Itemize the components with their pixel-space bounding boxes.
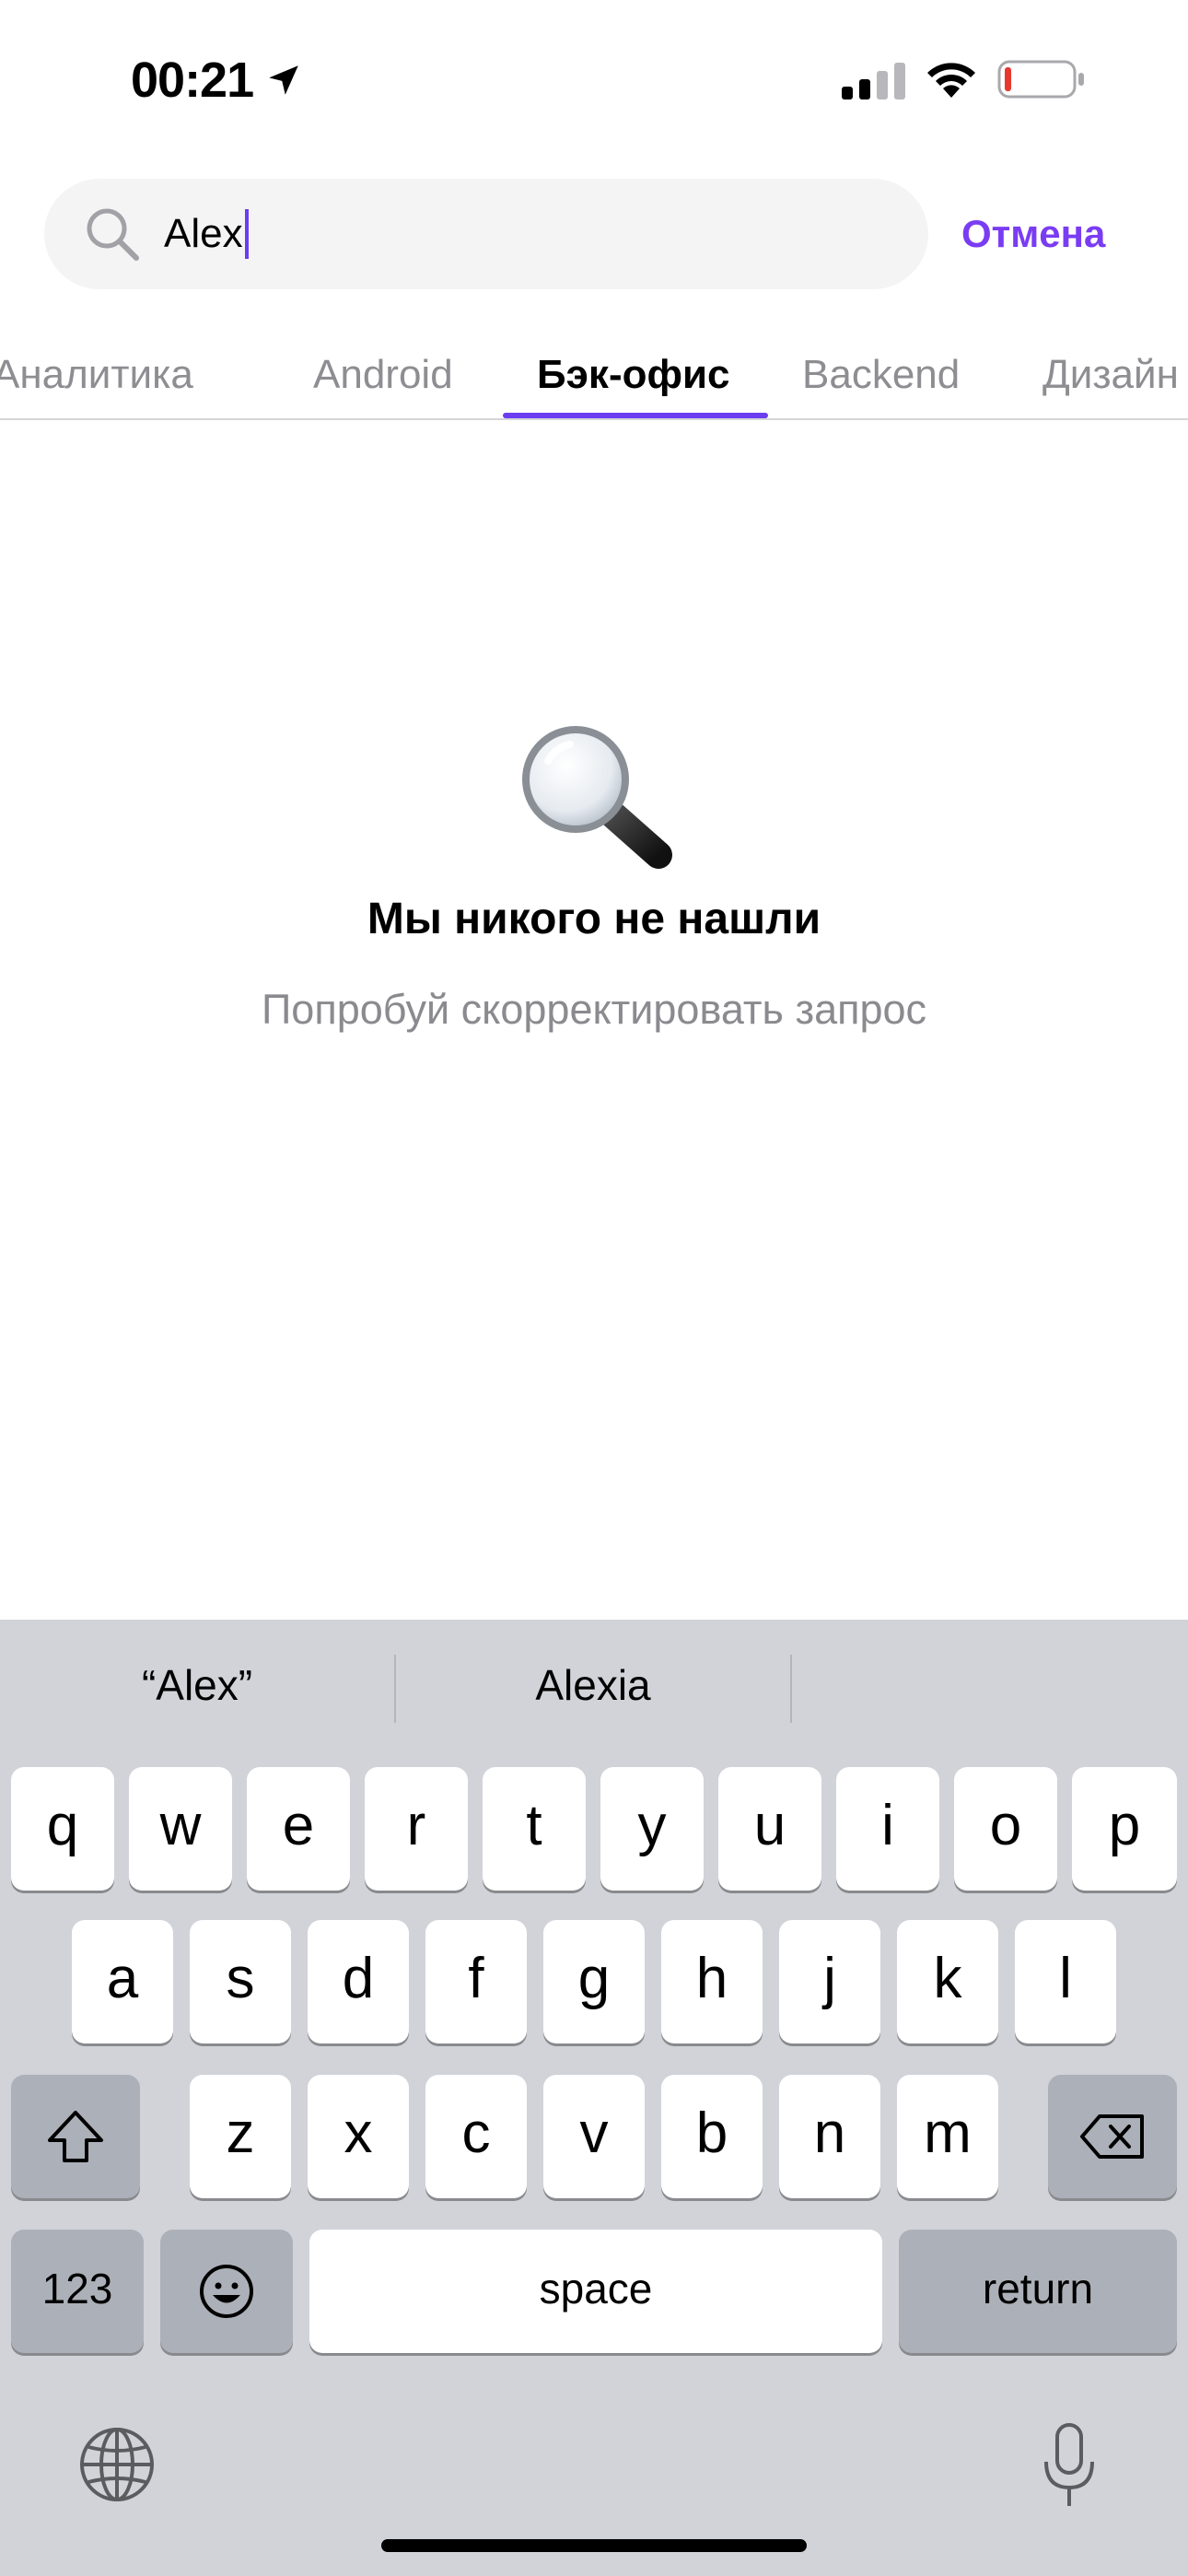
active-tab-indicator xyxy=(503,413,768,418)
space-key[interactable]: space xyxy=(309,2230,882,2353)
key-v[interactable]: v xyxy=(543,2075,645,2198)
key-g[interactable]: g xyxy=(543,1920,645,2043)
shift-key[interactable] xyxy=(11,2075,140,2198)
text-caret xyxy=(244,209,249,259)
globe-icon[interactable] xyxy=(77,2425,157,2504)
magnifier-emoji-icon xyxy=(522,726,672,869)
key-m[interactable]: m xyxy=(897,2075,998,2198)
key-z[interactable]: z xyxy=(190,2075,291,2198)
status-time-text: 00:21 xyxy=(131,53,254,108)
key-k[interactable]: k xyxy=(897,1920,998,2043)
home-indicator xyxy=(381,2539,807,2552)
suggestion-divider xyxy=(790,1655,792,1723)
delete-key[interactable] xyxy=(1048,2075,1177,2198)
key-l[interactable]: l xyxy=(1015,1920,1116,2043)
suggestion-bar: “Alex” Alexia xyxy=(0,1620,1188,1758)
keyboard: “Alex” Alexia q w e r t y u i o p a s d … xyxy=(0,1620,1188,2576)
shift-arrow-icon xyxy=(48,2111,103,2162)
cancel-button[interactable]: Отмена xyxy=(961,212,1105,256)
key-j[interactable]: j xyxy=(779,1920,880,2043)
tab-design[interactable]: Дизайн xyxy=(1042,352,1179,398)
battery-icon xyxy=(997,60,1084,99)
wifi-icon xyxy=(927,63,975,98)
emoji-smiley-icon xyxy=(200,2265,253,2318)
search-value[interactable]: Alex xyxy=(164,206,249,262)
status-bar: 00:21 xyxy=(0,0,1188,157)
key-i[interactable]: i xyxy=(836,1767,939,1891)
key-w[interactable]: w xyxy=(129,1767,232,1891)
location-arrow-icon xyxy=(269,65,298,95)
search-input[interactable]: Alex xyxy=(44,179,928,289)
key-c[interactable]: c xyxy=(425,2075,527,2198)
key-b[interactable]: b xyxy=(661,2075,763,2198)
empty-state-title: Мы никого не нашли xyxy=(367,895,821,943)
cellular-signal-icon xyxy=(842,63,905,100)
key-a[interactable]: a xyxy=(72,1920,173,2043)
search-icon xyxy=(87,208,139,261)
key-s[interactable]: s xyxy=(190,1920,291,2043)
tab-back-office[interactable]: Бэк-офис xyxy=(537,352,730,398)
tab-analytics[interactable]: Аналитика xyxy=(0,352,193,398)
key-p[interactable]: p xyxy=(1072,1767,1177,1891)
key-o[interactable]: o xyxy=(954,1767,1057,1891)
empty-state-subtitle: Попробуй скорректировать запрос xyxy=(261,986,927,1033)
search-row: Alex Отмена xyxy=(0,179,1188,291)
return-key[interactable]: return xyxy=(899,2230,1177,2353)
key-h[interactable]: h xyxy=(661,1920,763,2043)
microphone-icon[interactable] xyxy=(1039,2421,1100,2510)
search-value-text: Alex xyxy=(164,211,243,256)
suggestion-quoted[interactable]: “Alex” xyxy=(0,1660,394,1710)
key-r[interactable]: r xyxy=(365,1767,468,1891)
backspace-icon xyxy=(1080,2114,1144,2159)
tab-android[interactable]: Android xyxy=(313,352,453,398)
key-d[interactable]: d xyxy=(308,1920,409,2043)
status-time: 00:21 xyxy=(131,52,303,109)
key-u[interactable]: u xyxy=(718,1767,821,1891)
category-tabs: Аналитика Android Бэк-офис Backend Дизай… xyxy=(0,332,1188,420)
key-y[interactable]: y xyxy=(600,1767,704,1891)
key-q[interactable]: q xyxy=(11,1767,114,1891)
numbers-key[interactable]: 123 xyxy=(11,2230,144,2353)
key-n[interactable]: n xyxy=(779,2075,880,2198)
key-f[interactable]: f xyxy=(425,1920,527,2043)
tab-backend[interactable]: Backend xyxy=(802,352,960,398)
suggestion-alexia[interactable]: Alexia xyxy=(396,1660,790,1710)
key-e[interactable]: e xyxy=(247,1767,350,1891)
key-x[interactable]: x xyxy=(308,2075,409,2198)
emoji-key[interactable] xyxy=(160,2230,293,2353)
key-t[interactable]: t xyxy=(483,1767,586,1891)
